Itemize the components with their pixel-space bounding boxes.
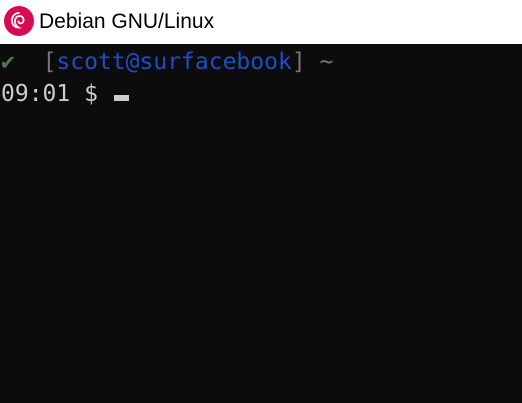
prompt-bracket-close: ] xyxy=(291,49,306,75)
prompt-info-line: ✔ [scott@surfacebook] ~ xyxy=(1,46,333,78)
prompt-bracket-open: [ xyxy=(42,49,57,75)
terminal-area[interactable]: ✔ [scott@surfacebook] ~ 09:01 $ xyxy=(0,44,522,403)
prompt-input-line[interactable]: 09:01 $ xyxy=(1,78,129,110)
window-title: Debian GNU/Linux xyxy=(39,10,215,33)
prompt-time: 09:01 xyxy=(1,81,71,107)
title-bar[interactable]: Debian GNU/Linux xyxy=(0,0,522,44)
prompt-symbol: $ xyxy=(84,81,98,107)
prompt-user-host: scott@surfacebook xyxy=(56,49,292,75)
terminal-window: Debian GNU/Linux ✔ [scott@surfacebook] ~… xyxy=(0,0,522,403)
debian-swirl-icon xyxy=(4,6,34,36)
text-cursor xyxy=(113,95,129,101)
prompt-cwd: ~ xyxy=(319,49,334,75)
status-check-icon: ✔ xyxy=(1,49,15,75)
